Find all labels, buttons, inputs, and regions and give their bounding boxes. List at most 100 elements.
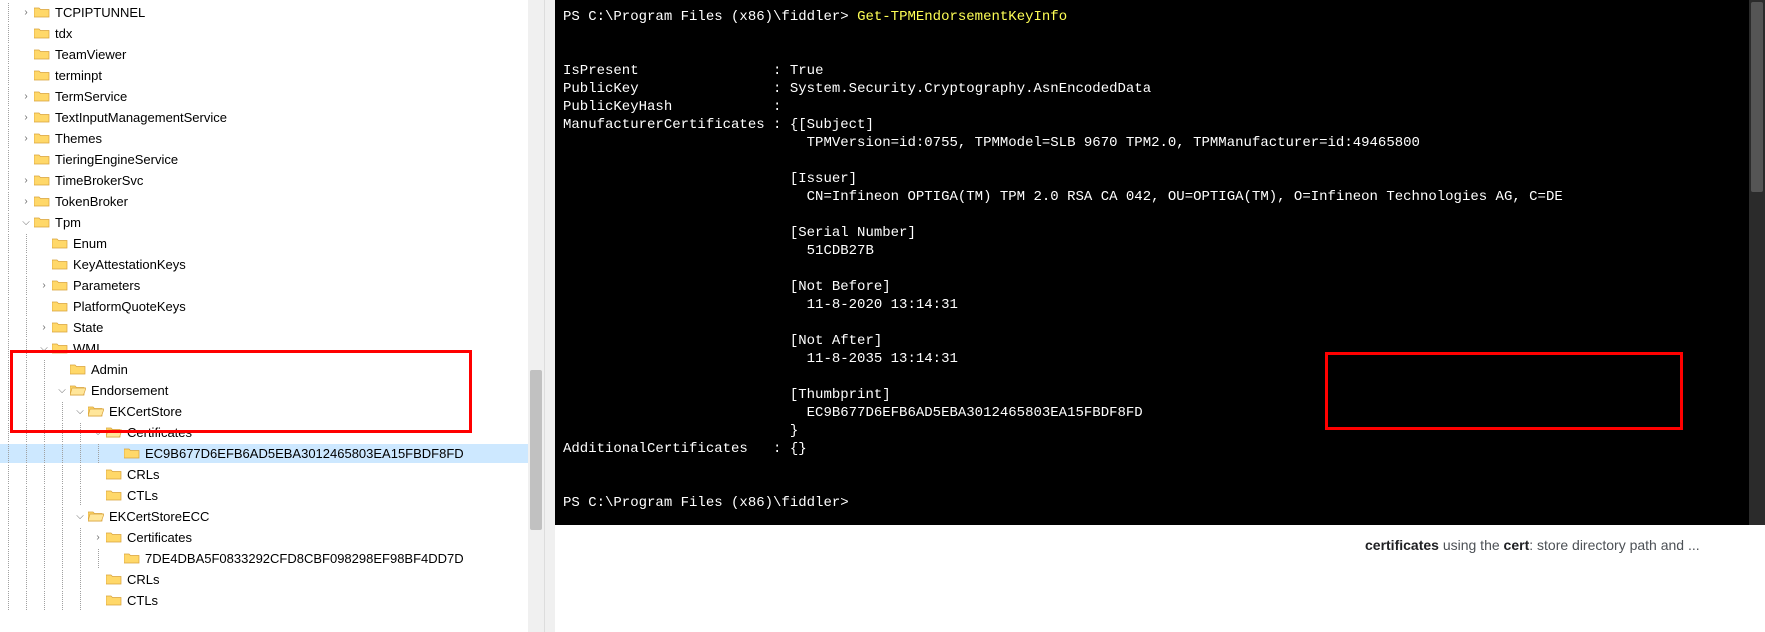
chevron-right-icon[interactable]: ›	[18, 110, 34, 126]
tree-item-label: Admin	[91, 362, 128, 377]
chevron-right-icon[interactable]: ›	[18, 89, 34, 105]
tree-item-label: EC9B677D6EFB6AD5EBA3012465803EA15FBDF8FD	[145, 446, 464, 461]
tree-item-label: EKCertStoreECC	[109, 509, 209, 524]
output-line: }	[563, 422, 1765, 440]
ps-command: Get-TPMEndorsementKeyInfo	[857, 9, 1067, 25]
tree-item[interactable]: › Certificates	[0, 528, 544, 547]
chevron-down-icon[interactable]: ⌵	[72, 404, 88, 420]
tree-item-label: KeyAttestationKeys	[73, 257, 186, 272]
chevron-right-icon[interactable]: ›	[18, 131, 34, 147]
folder-icon	[106, 468, 122, 481]
tree-item-label: Endorsement	[91, 383, 168, 398]
tree-item-label: TieringEngineService	[55, 152, 178, 167]
tree-item[interactable]: · CTLs	[0, 486, 544, 505]
output-line: 51CDB27B	[563, 242, 1765, 260]
tree-item-label: Certificates	[127, 530, 192, 545]
chevron-down-icon[interactable]: ⌵	[90, 425, 106, 441]
tree-item[interactable]: › TextInputManagementService	[0, 108, 544, 127]
tree-item[interactable]: ⌵ EKCertStoreECC	[0, 507, 544, 526]
tree-item[interactable]: · PlatformQuoteKeys	[0, 297, 544, 316]
tree-item-label: TeamViewer	[55, 47, 126, 62]
tree-item[interactable]: › TermService	[0, 87, 544, 106]
tree-item[interactable]: · 7DE4DBA5F0833292CFD8CBF098298EF98BF4DD…	[0, 549, 544, 568]
tree-item-label: Parameters	[73, 278, 140, 293]
tree-item-label: tdx	[55, 26, 72, 41]
search-result-snippet: certificates using the cert: store direc…	[555, 525, 1765, 553]
output-line: AdditionalCertificates : {}	[563, 440, 1765, 458]
tree-item[interactable]: ⌵ Endorsement	[0, 381, 544, 400]
folder-icon	[34, 216, 50, 229]
tree-item[interactable]: · CTLs	[0, 591, 544, 610]
tree-item-label: TCPIPTUNNEL	[55, 5, 145, 20]
tree-item[interactable]: › Themes	[0, 129, 544, 148]
tree-item-label: CTLs	[127, 593, 158, 608]
tree-item[interactable]: · CRLs	[0, 570, 544, 589]
folder-icon	[88, 405, 104, 418]
tree-item[interactable]: › TokenBroker	[0, 192, 544, 211]
tree-item[interactable]: · tdx	[0, 24, 544, 43]
chevron-right-icon[interactable]: ›	[90, 530, 106, 546]
tree-item-label: Tpm	[55, 215, 81, 230]
tree-item[interactable]: › TimeBrokerSvc	[0, 171, 544, 190]
chevron-right-icon[interactable]: ›	[36, 320, 52, 336]
output-line: [Not Before]	[563, 278, 1765, 296]
registry-tree-pane[interactable]: › TCPIPTUNNEL · tdx · TeamViewer · terminpt…	[0, 0, 545, 632]
chevron-right-icon[interactable]: ›	[36, 278, 52, 294]
tree-item[interactable]: ⌵ Tpm	[0, 213, 544, 232]
tree-item[interactable]: ⌵ Certificates	[0, 423, 544, 442]
tree-item[interactable]: · Admin	[0, 360, 544, 379]
chevron-down-icon[interactable]: ⌵	[36, 341, 52, 357]
output-line: PublicKeyHash :	[563, 98, 1765, 116]
scrollbar-vertical[interactable]	[528, 0, 544, 632]
ps-prompt-2[interactable]: PS C:\Program Files (x86)\fiddler>	[563, 494, 1765, 512]
tree-item[interactable]: ⌵ WMI	[0, 339, 544, 358]
folder-icon	[34, 69, 50, 82]
folder-icon	[88, 510, 104, 523]
tree-item[interactable]: › State	[0, 318, 544, 337]
output-line: [Thumbprint]	[563, 386, 1765, 404]
folder-icon	[106, 594, 122, 607]
folder-icon	[34, 153, 50, 166]
output-line: [Not After]	[563, 332, 1765, 350]
tree-item[interactable]: · EC9B677D6EFB6AD5EBA3012465803EA15FBDF8…	[0, 444, 544, 463]
output-line: [Serial Number]	[563, 224, 1765, 242]
tree-item[interactable]: › TCPIPTUNNEL	[0, 3, 544, 22]
tree-item[interactable]: · TeamViewer	[0, 45, 544, 64]
right-pane: PS C:\Program Files (x86)\fiddler> Get-T…	[555, 0, 1765, 632]
chevron-right-icon[interactable]: ›	[18, 194, 34, 210]
tree-item[interactable]: ⌵ EKCertStore	[0, 402, 544, 421]
output-line: PublicKey : System.Security.Cryptography…	[563, 80, 1765, 98]
tree-item-label: CTLs	[127, 488, 158, 503]
chevron-right-icon[interactable]: ›	[18, 5, 34, 21]
tree-item-label: Themes	[55, 131, 102, 146]
tree-item-label: PlatformQuoteKeys	[73, 299, 186, 314]
tree-item-label: EKCertStore	[109, 404, 182, 419]
powershell-terminal[interactable]: PS C:\Program Files (x86)\fiddler> Get-T…	[555, 0, 1765, 525]
folder-icon	[70, 363, 86, 376]
chevron-right-icon[interactable]: ›	[18, 173, 34, 189]
terminal-scrollbar[interactable]	[1749, 0, 1765, 525]
folder-icon	[52, 258, 68, 271]
folder-icon	[34, 27, 50, 40]
folder-icon	[52, 321, 68, 334]
output-line: ManufacturerCertificates : {[Subject]	[563, 116, 1765, 134]
tree-item[interactable]: · TieringEngineService	[0, 150, 544, 169]
output-line: [Issuer]	[563, 170, 1765, 188]
tree-item[interactable]: · CRLs	[0, 465, 544, 484]
tree-item-label: TimeBrokerSvc	[55, 173, 143, 188]
tree-item[interactable]: › Parameters	[0, 276, 544, 295]
chevron-down-icon[interactable]: ⌵	[54, 383, 70, 399]
tree-item-label: WMI	[73, 341, 100, 356]
folder-icon	[34, 132, 50, 145]
tree-item[interactable]: · KeyAttestationKeys	[0, 255, 544, 274]
output-line: IsPresent : True	[563, 62, 1765, 80]
tree-item-label: TextInputManagementService	[55, 110, 227, 125]
tree-item-label: Certificates	[127, 425, 192, 440]
chevron-down-icon[interactable]: ⌵	[18, 215, 34, 231]
tree-item[interactable]: · terminpt	[0, 66, 544, 85]
scrollbar-thumb[interactable]	[530, 370, 542, 530]
folder-icon	[34, 6, 50, 19]
tree-item[interactable]: · Enum	[0, 234, 544, 253]
chevron-down-icon[interactable]: ⌵	[72, 509, 88, 525]
folder-icon	[106, 531, 122, 544]
